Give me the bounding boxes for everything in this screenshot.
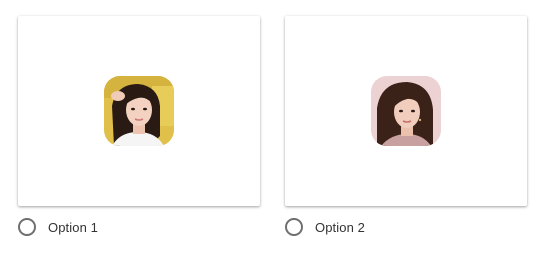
option-label: Option 1 xyxy=(48,219,98,235)
portrait-photo-icon xyxy=(104,76,174,146)
portrait-thumbnail-2 xyxy=(371,76,441,146)
radio-row-option-1[interactable]: Option 1 xyxy=(18,217,260,237)
portrait-thumbnail-1 xyxy=(104,76,174,146)
choice-option-2: Option 2 xyxy=(285,16,527,237)
image-card-option-1[interactable] xyxy=(18,16,260,206)
choice-option-1: Option 1 xyxy=(18,16,260,237)
option-label: Option 2 xyxy=(315,219,365,235)
portrait-photo-icon xyxy=(371,76,441,146)
image-card-option-2[interactable] xyxy=(285,16,527,206)
image-choice-group: Option 1 Option 2 xyxy=(0,0,553,259)
radio-row-option-2[interactable]: Option 2 xyxy=(285,217,527,237)
radio-button-option-2[interactable] xyxy=(285,218,303,236)
radio-button-option-1[interactable] xyxy=(18,218,36,236)
